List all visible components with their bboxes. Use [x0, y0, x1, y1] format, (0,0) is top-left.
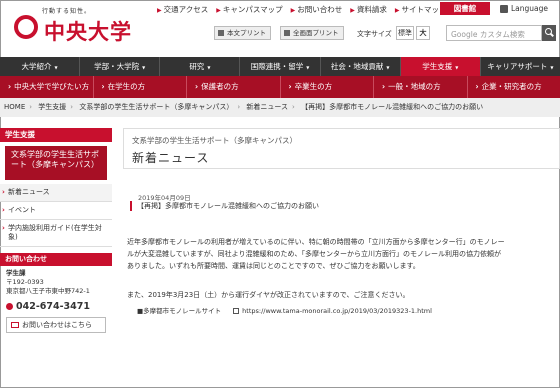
audience-alumni[interactable]: 卒業生の方 [281, 76, 374, 98]
breadcrumb-sep: › [237, 103, 241, 111]
contact-phone-number: 042-674-3471 [16, 301, 90, 312]
breadcrumb-student-support[interactable]: 学生支援 [38, 103, 66, 111]
logo-mark-icon [14, 15, 38, 39]
audience-nav: 中央大学で学びたい方 在学生の方 保護者の方 卒業生の方 一般・地域の方 企業・… [0, 76, 560, 98]
inquiry-button[interactable]: お問い合わせはこちら [6, 317, 106, 333]
sidebar-item-events[interactable]: イベント [0, 202, 112, 220]
contact-address: 学生課 〒192-0393 東京都八王子市東中野742-1 [0, 266, 112, 299]
contact-heading: お問い合わせ [0, 253, 112, 266]
site-header: 行動する知性。 中央大学 交通アクセス キャンパスマップ お問い合わせ 資料請求… [0, 0, 560, 48]
gnav-community[interactable]: 社会・地域貢献 [321, 57, 401, 76]
breadcrumb-current: 【再掲】多摩都市モノレール混雑緩和へのご協力のお願い [301, 103, 484, 111]
gnav-faculties[interactable]: 学部・大学院 [80, 57, 161, 76]
phone-icon [6, 303, 13, 310]
library-button[interactable]: 図書館 [440, 2, 490, 15]
util-link-campus-map[interactable]: キャンパスマップ [216, 4, 283, 15]
breadcrumb-sep: › [29, 103, 33, 111]
news-body-line: ルが大変混雑していますが、同社より混雑緩和のため、「多摩センターから立川方面行」… [127, 250, 502, 258]
gnav-about[interactable]: 大学紹介 [0, 57, 81, 76]
gnav-student-support[interactable]: 学生支援 [400, 57, 481, 76]
breadcrumb-home[interactable]: HOME [4, 103, 25, 111]
global-nav: 大学紹介 学部・大学院 研究 国際連携・留学 社会・地域貢献 学生支援 キャリア… [0, 57, 560, 76]
monorail-link-label: ■多摩都市モノレールサイト [137, 307, 222, 315]
breadcrumb-news[interactable]: 新着ニュース [246, 103, 288, 111]
font-size-large-button[interactable]: 大 [416, 26, 430, 40]
gnav-international[interactable]: 国際連携・留学 [240, 57, 321, 76]
logo-text: 中央大学 [44, 20, 132, 44]
breadcrumb-tama-support[interactable]: 文系学部の学生生活サポート（多摩キャンパス） [79, 103, 233, 111]
print-text-button[interactable]: 本文プリント [214, 26, 271, 40]
news-body-line: ありました。いずれも所要時間、運賃は同じとのことですので、ぜひご協力をお願いしま… [127, 262, 420, 270]
gnav-career[interactable]: キャリアサポート [481, 57, 560, 76]
gnav-research[interactable]: 研究 [160, 57, 241, 76]
news-body-line: 近年多摩都市モノレールの利用者が増えているのに伴い、特に朝の時間帯の「立川方面か… [127, 238, 505, 246]
monorail-link-row: ■多摩都市モノレールサイト https://www.tama-monorail.c… [137, 305, 432, 315]
breadcrumb-sep: › [70, 103, 74, 111]
util-link-brochure[interactable]: 資料請求 [350, 4, 387, 15]
util-link-sitemap[interactable]: サイトマップ [395, 4, 447, 15]
page-subtitle: 文系学部の学生生活サポート（多摩キャンパス） [132, 136, 297, 145]
util-link-access[interactable]: 交通アクセス [157, 4, 209, 15]
news-notice: また、2019年3月23日（土）から運行ダイヤが改正されていますので、ご注意くだ… [127, 291, 410, 299]
sidebar-section-title: 文系学部の学生生活サポート（多摩キャンパス） [5, 146, 107, 180]
language-label: Language [511, 4, 549, 13]
audience-parents[interactable]: 保護者の方 [187, 76, 281, 98]
breadcrumb-sep: › [292, 103, 295, 111]
breadcrumb: HOME › 学生支援 › 文系学部の学生生活サポート（多摩キャンパス） › 新着ニュ… [0, 98, 560, 117]
audience-community[interactable]: 一般・地域の方 [374, 76, 468, 98]
page-title-box: 文系学部の学生生活サポート（多摩キャンパス） 新着ニュース [123, 128, 560, 169]
font-size-label: 文字サイズ [357, 30, 392, 38]
contact-phone: 042-674-3471 [0, 299, 112, 315]
font-size-standard-button[interactable]: 標準 [396, 26, 414, 40]
audience-prospective[interactable]: 中央大学で学びたい方 [0, 76, 94, 98]
university-logo[interactable]: 行動する知性。 中央大学 [12, 6, 142, 44]
globe-icon [500, 5, 508, 13]
utility-links: 交通アクセス キャンパスマップ お問い合わせ 資料請求 サイトマップ [157, 4, 455, 15]
util-link-contact[interactable]: お問い合わせ [291, 4, 342, 15]
logo-tagline: 行動する知性。 [42, 8, 92, 15]
contact-street: 東京都八王子市東中野742-1 [6, 287, 90, 295]
inquiry-button-label: お問い合わせはこちら [22, 321, 92, 329]
news-title: 【再掲】多摩都市モノレール混雑緩和へのご協力のお願い [130, 201, 319, 211]
audience-business[interactable]: 企業・研究者の方 [468, 76, 560, 98]
page-title: 新着ニュース [132, 151, 210, 165]
audience-current[interactable]: 在学生の方 [94, 76, 187, 98]
contact-postal: 〒192-0393 [6, 278, 44, 286]
sidebar: 学生支援 文系学部の学生生活サポート（多摩キャンパス） 新着ニュース イベント … [0, 128, 112, 388]
external-link-icon [233, 308, 240, 314]
sidebar-heading: 学生支援 [0, 128, 112, 142]
search-icon[interactable] [542, 25, 556, 41]
sidebar-item-facility-guide[interactable]: 学内施設利用ガイド(在学生対象) [0, 220, 112, 247]
language-link[interactable]: Language [500, 4, 548, 13]
print-full-button[interactable]: 全画面プリント [280, 26, 344, 40]
sidebar-section-active[interactable]: 文系学部の学生生活サポート（多摩キャンパス） [0, 142, 112, 184]
main-content: 文系学部の学生生活サポート（多摩キャンパス） 新着ニュース 2019年04月09… [123, 128, 560, 315]
sidebar-item-news[interactable]: 新着ニュース [0, 184, 112, 202]
search-input[interactable]: Google カスタム検索 [446, 25, 542, 41]
monorail-link-url[interactable]: https://www.tama-monorail.co.jp/2019/03/… [242, 307, 432, 315]
contact-office: 学生課 [6, 269, 26, 277]
mail-icon [11, 322, 19, 328]
